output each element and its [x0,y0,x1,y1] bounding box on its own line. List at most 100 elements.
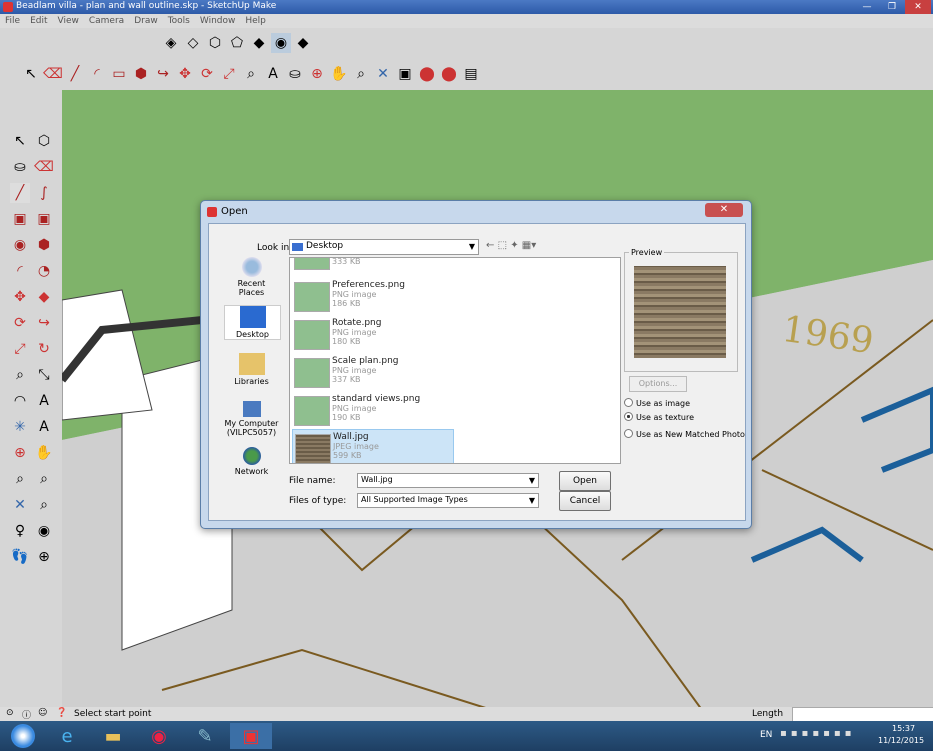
previous-view-icon[interactable]: ⌕ [34,495,54,515]
menu-help[interactable]: Help [240,14,271,28]
close-button[interactable]: ✕ [905,0,931,14]
clock-time[interactable]: 15:37 [892,724,915,733]
language-indicator[interactable]: EN [760,730,772,740]
chevron-down-icon[interactable]: ▼ [526,474,538,488]
text-tool-icon[interactable]: A [34,391,54,411]
view-menu-icon[interactable]: ▦▾ [522,240,536,251]
geo-location-icon[interactable]: ⊙ [6,708,14,718]
ie-icon[interactable]: e [46,723,88,749]
zoom-extents-icon[interactable]: ✕ [373,64,393,84]
tape-measure-icon[interactable]: ⌕ [241,64,261,84]
warehouse-icon[interactable]: ▣ [395,64,415,84]
erase-tool-icon[interactable]: ⌫ [34,157,54,177]
filetype-select[interactable]: All Supported Image Types ▼ [357,493,539,508]
section-plane-icon[interactable]: ⊕ [34,547,54,567]
pushpull-tool-icon[interactable]: ◆ [34,287,54,307]
line-icon[interactable]: ╱ [65,64,85,84]
text-icon[interactable]: A [263,64,283,84]
zoom-ext-tool-icon[interactable]: ✕ [10,495,30,515]
explorer-icon[interactable]: ▬ [92,723,134,749]
orbit-icon[interactable]: ⊕ [307,64,327,84]
back-edges-icon[interactable]: ◇ [183,33,203,53]
rotate-icon[interactable]: ⟳ [197,64,217,84]
zoom-icon[interactable]: ⌕ [351,64,371,84]
credits-icon[interactable]: ⓘ [22,708,31,721]
freehand-icon[interactable]: ∫ [34,183,54,203]
axes-icon[interactable]: ✳ [10,417,30,437]
eraser-icon[interactable]: ⌫ [43,64,63,84]
paint-icon[interactable]: ⛀ [10,157,30,177]
help-icon[interactable]: ❓ [56,708,67,718]
scale-icon[interactable]: ⤢ [219,64,239,84]
rectangle-icon[interactable]: ▭ [109,64,129,84]
move-icon[interactable]: ✥ [175,64,195,84]
circle-icon[interactable]: ◉ [10,235,30,255]
share-model-icon[interactable]: ⬤ [417,64,437,84]
back-arrow-icon[interactable]: ← [486,240,494,251]
dialog-close-button[interactable]: ✕ [705,203,743,217]
new-folder-icon[interactable]: ✦ [510,240,518,251]
menu-edit[interactable]: Edit [25,14,52,28]
list-item[interactable]: Scale plan.png PNG image 337 KB [292,354,452,390]
hidden-line-icon[interactable]: ⬠ [227,33,247,53]
chrome-icon[interactable]: ◉ [138,723,180,749]
follow-me-icon[interactable]: ↪ [153,64,173,84]
polygon-icon[interactable]: ⬢ [34,235,54,255]
paint-app-icon[interactable]: ✎ [184,723,226,749]
pie-icon[interactable]: ◔ [34,261,54,281]
open-button[interactable]: Open [559,471,611,491]
orbit-tool-icon[interactable]: ⊕ [10,443,30,463]
paint-bucket-icon[interactable]: ⛀ [285,64,305,84]
pan-tool-icon[interactable]: ✋ [34,443,54,463]
place-desktop[interactable]: Desktop [224,305,281,340]
maximize-button[interactable]: ❐ [880,0,904,14]
list-item-selected[interactable]: Wall.jpg JPEG image 599 KB [292,429,454,463]
start-icon[interactable] [2,723,44,749]
filename-field[interactable]: Wall.jpg ▼ [357,473,539,488]
component-icon[interactable]: ⬡ [34,131,54,151]
protractor-icon[interactable]: ◠ [10,391,30,411]
chevron-down-icon[interactable]: ▼ [526,494,538,508]
arc-icon[interactable]: ◜ [87,64,107,84]
layout-icon[interactable]: ▤ [461,64,481,84]
select-tool-icon[interactable]: ↖ [10,131,30,151]
place-network[interactable]: Network [224,447,279,476]
place-recent[interactable]: Recent Places [224,257,279,297]
place-computer[interactable]: My Computer (VILPC5057) [224,401,279,437]
xray-style-icon[interactable]: ◈ [161,33,181,53]
3d-text-icon[interactable]: A [34,417,54,437]
scale-tool-icon[interactable]: ⤢ [10,339,30,359]
pan-icon[interactable]: ✋ [329,64,349,84]
list-item[interactable]: standard views.png PNG image 190 KB [292,392,452,428]
push-pull-icon[interactable]: ⬢ [131,64,151,84]
length-input[interactable] [792,707,933,722]
offset-icon[interactable]: ↻ [34,339,54,359]
user-icon[interactable]: ☺ [38,708,47,718]
move-tool-icon[interactable]: ✥ [10,287,30,307]
arc-tool-icon[interactable]: ◜ [10,261,30,281]
place-libraries[interactable]: Libraries [224,353,279,386]
list-item[interactable]: PNG image 333 KB [292,258,452,272]
rotate-tool-icon[interactable]: ⟳ [10,313,30,333]
sketchup-taskbar-icon[interactable]: ▣ [230,723,272,749]
list-item[interactable]: Preferences.png PNG image 186 KB [292,278,452,314]
rotated-rect-icon[interactable]: ▣ [34,209,54,229]
menu-view[interactable]: View [53,14,84,28]
line-tool-icon[interactable]: ╱ [10,183,30,203]
menu-draw[interactable]: Draw [129,14,163,28]
radio-matched-photo[interactable]: Use as New Matched Photo [624,429,745,439]
menu-tools[interactable]: Tools [163,14,195,28]
options-button[interactable]: Options... [629,376,687,392]
rect-tool-icon[interactable]: ▣ [10,209,30,229]
monochrome-icon[interactable]: ◆ [293,33,313,53]
radio-use-texture[interactable]: Use as texture [624,412,694,422]
menu-camera[interactable]: Camera [84,14,129,28]
zoom-tool-icon[interactable]: ⌕ [10,469,30,489]
list-item[interactable]: Rotate.png PNG image 180 KB [292,316,452,352]
wireframe-icon[interactable]: ⬡ [205,33,225,53]
lookin-select[interactable]: Desktop ▼ [289,239,479,255]
shaded-icon[interactable]: ◆ [249,33,269,53]
chevron-down-icon[interactable]: ▼ [466,240,478,254]
extension-icon[interactable]: ⬤ [439,64,459,84]
radio-use-image[interactable]: Use as image [624,398,690,408]
